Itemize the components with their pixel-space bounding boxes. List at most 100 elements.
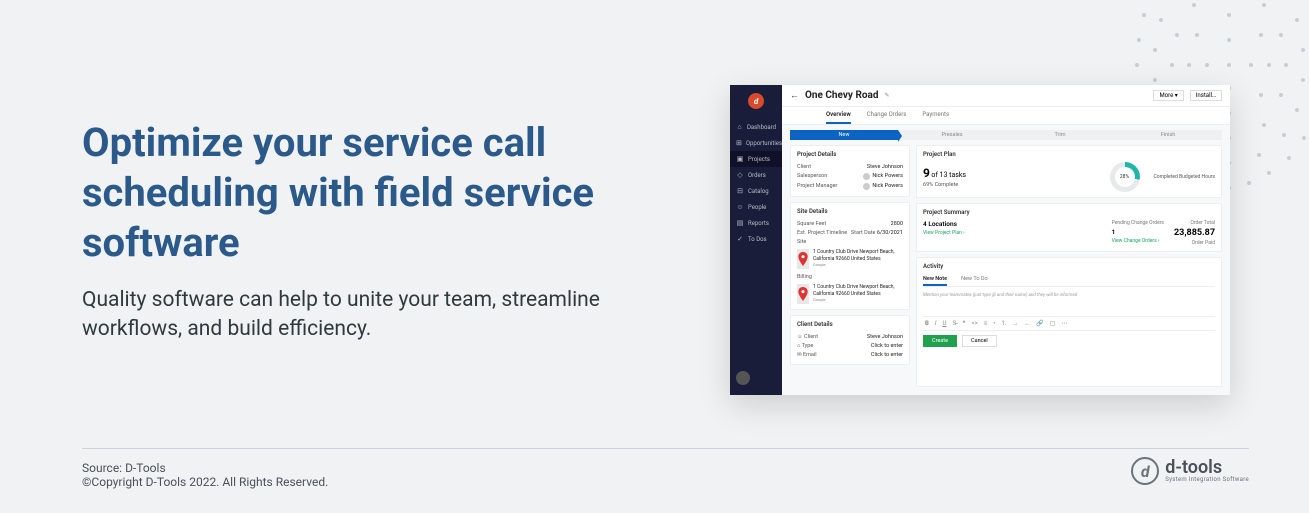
tab-change-orders[interactable]: Change Orders <box>867 107 907 124</box>
indent-icon[interactable]: → <box>1012 320 1018 327</box>
order-total-label: Order Total <box>1174 220 1215 226</box>
client-details-card: Client Details ☺ ClientSteve Johnson⌂ Ty… <box>790 315 910 365</box>
billing-address: 1 Country Club Drive Newport Beach, Cali… <box>813 284 903 297</box>
client-row[interactable]: ⌂ TypeClick to enter <box>797 341 903 350</box>
strike-icon[interactable]: S̶ <box>952 320 956 327</box>
progress-ring: 28% <box>1110 162 1140 192</box>
hero-title: Optimize your service call scheduling wi… <box>82 118 662 268</box>
pco-count: 1 <box>1112 228 1164 236</box>
image-icon[interactable]: ▢ <box>1050 320 1056 327</box>
nav-icon: ⊟ <box>736 187 744 195</box>
sidebar-item-orders[interactable]: ◇ Orders <box>730 167 782 183</box>
outdent-icon[interactable]: ← <box>1024 320 1030 327</box>
map-provider: Google <box>813 297 903 302</box>
align-left-icon[interactable]: ≡ <box>984 320 988 327</box>
sidebar-item-to-dos[interactable]: ✓ To Dos <box>730 231 782 247</box>
view-change-orders-link[interactable]: View Change Orders › <box>1112 238 1164 244</box>
user-avatar[interactable] <box>736 371 750 385</box>
tasks-total: of 13 tasks <box>931 171 966 179</box>
map-pin-icon <box>797 249 809 269</box>
link-icon[interactable]: 🔗 <box>1036 320 1043 327</box>
sidebar-item-opportunities[interactable]: ⊞ Opportunities <box>730 135 782 151</box>
sqft-label: Square Feet <box>797 221 826 227</box>
card-title: Site Details <box>797 208 903 215</box>
quote-icon[interactable]: ❝ <box>962 320 965 327</box>
client-row[interactable]: ☺ ClientSteve Johnson <box>797 332 903 341</box>
stepper: NewPresalesTrimFinish <box>790 130 1222 140</box>
code-icon[interactable]: <> <box>972 320 978 327</box>
detail-row: Project ManagerNick Powers <box>797 181 903 191</box>
more-icon[interactable]: ⋯ <box>1061 320 1067 327</box>
app-screenshot: d ⌂Dashboard⊞Opportunities▣Projects◇Orde… <box>730 85 1230 395</box>
create-button[interactable]: Create <box>923 335 957 347</box>
sidebar-label: Orders <box>748 172 766 179</box>
client-row[interactable]: ✉ EmailClick to enter <box>797 350 903 359</box>
sidebar-label: People <box>748 204 766 211</box>
nav-icon: ☺ <box>736 203 744 211</box>
app-logo[interactable]: d <box>748 93 764 109</box>
start-label: Start Date <box>851 230 876 236</box>
field-icon: ☺ <box>797 334 803 340</box>
sidebar-item-catalog[interactable]: ⊟ Catalog <box>730 183 782 199</box>
sidebar-item-people[interactable]: ☺ People <box>730 199 782 215</box>
step-trim[interactable]: Trim <box>1006 130 1114 140</box>
order-price-sub: Order Paid <box>1174 240 1215 246</box>
hero-subtitle: Quality software can help to unite your … <box>82 286 662 345</box>
tasks-done: 9 <box>923 166 930 180</box>
back-icon[interactable]: ← <box>790 90 799 101</box>
tab-overview[interactable]: Overview <box>826 107 851 124</box>
bold-icon[interactable]: B <box>925 320 929 327</box>
tasks-percent: 69% Complete <box>923 182 966 188</box>
detail-row: SalespersonNick Powers <box>797 171 903 181</box>
project-title: One Chevy Road <box>805 90 878 101</box>
nav-icon: ◇ <box>736 171 744 179</box>
sidebar-item-reports[interactable]: ▤Reports <box>730 215 782 231</box>
nav-icon: ▣ <box>736 155 744 163</box>
step-finish[interactable]: Finish <box>1114 130 1222 140</box>
list-ul-icon[interactable]: • <box>993 320 995 327</box>
sidebar-label: Opportunities <box>746 140 782 147</box>
activity-card: Activity New NoteNew To Do Mention your … <box>916 257 1222 387</box>
main-tabs: Overview Change Orders Payments <box>782 107 1230 125</box>
step-presales[interactable]: Presales <box>898 130 1006 140</box>
sidebar-label: Projects <box>748 156 770 163</box>
cancel-button[interactable]: Cancel <box>962 335 997 347</box>
detail-row: ClientSteve Johnson <box>797 162 903 171</box>
locations-count: 4 Locations <box>923 220 965 228</box>
step-new[interactable]: New <box>790 130 898 140</box>
site-address: 1 Country Club Drive Newport Beach, Cali… <box>813 249 903 262</box>
note-input[interactable]: Mention your teammates (just type @ and … <box>923 290 1215 316</box>
nav-icon: ▤ <box>736 219 744 227</box>
start-date: 6/30/2021 <box>877 230 903 236</box>
activity-tab-new-to-do[interactable]: New To Do <box>961 274 988 286</box>
ring-value: 28% <box>1115 167 1135 187</box>
italic-icon[interactable]: I <box>935 320 937 327</box>
install-button[interactable]: Install… <box>1190 90 1222 101</box>
field-icon: ⌂ <box>797 343 800 349</box>
sidebar-item-dashboard[interactable]: ⌂Dashboard <box>730 119 782 135</box>
sidebar-label: To Dos <box>748 236 767 243</box>
sidebar-label: Catalog <box>748 188 769 195</box>
card-title: Client Details <box>797 321 903 328</box>
project-summary-card: Project Summary 4 Locations View Project… <box>916 203 1222 252</box>
billing-label: Billing <box>797 274 812 280</box>
ring-label: Completed Budgeted Hours <box>1154 174 1215 180</box>
activity-tab-new-note[interactable]: New Note <box>923 274 947 286</box>
more-button[interactable]: More ▾ <box>1153 90 1183 101</box>
list-ol-icon[interactable]: 1. <box>1001 320 1006 327</box>
edit-icon[interactable]: ✎ <box>884 92 889 99</box>
nav-icon: ⊞ <box>736 139 742 147</box>
avatar-icon <box>863 183 870 190</box>
sidebar-label: Dashboard <box>747 124 776 131</box>
nav-icon: ✓ <box>736 235 744 243</box>
sqft-value: 2800 <box>891 221 903 227</box>
source-text: Source: D-Tools <box>82 461 1249 475</box>
editor-toolbar: B I U S̶ ❝ <> ≡ • 1. → ← 🔗 ▢ ⋯ <box>923 316 1215 331</box>
underline-icon[interactable]: U <box>942 320 946 327</box>
sidebar-item-projects[interactable]: ▣ Projects <box>730 151 782 167</box>
project-details-card: Project Details ClientSteve JohnsonSales… <box>790 145 910 197</box>
pco-label: Pending Change Orders <box>1112 220 1164 226</box>
map-pin-icon <box>797 284 809 304</box>
tab-payments[interactable]: Payments <box>922 107 949 124</box>
view-plan-link[interactable]: View Project Plan › <box>923 230 965 236</box>
